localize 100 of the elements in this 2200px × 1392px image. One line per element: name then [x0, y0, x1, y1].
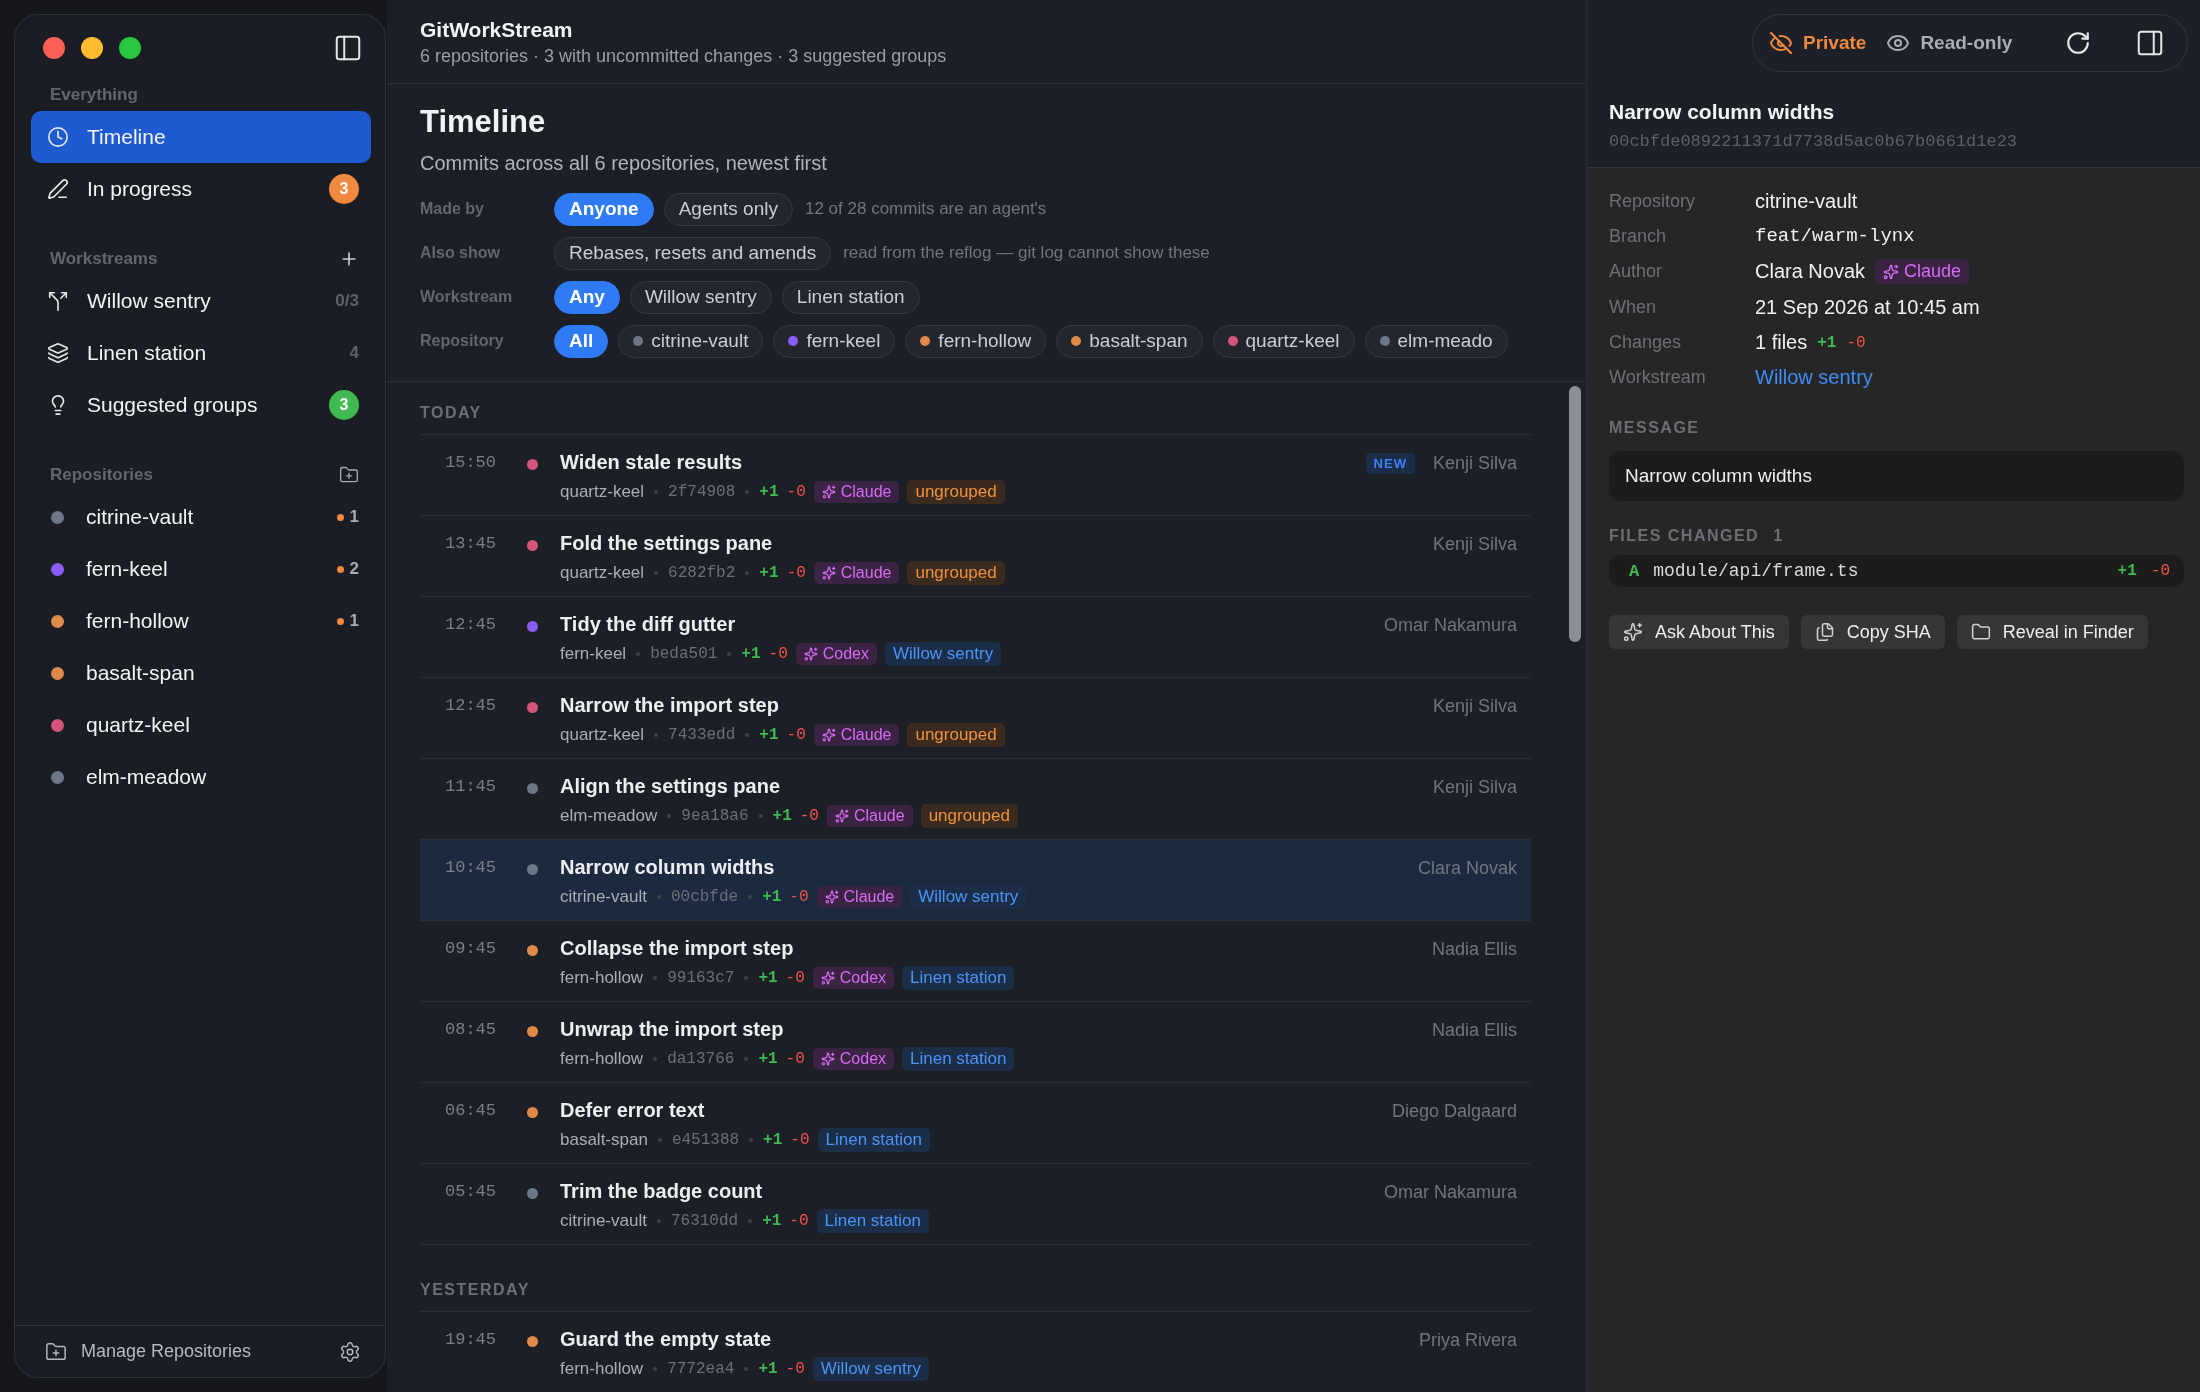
workstream-tag: Willow sentry: [812, 1357, 929, 1381]
workstream-tag: Linen station: [902, 966, 1015, 990]
changed-file-row[interactable]: A module/api/frame.ts +1 -0: [1609, 555, 2184, 587]
sidebar-item[interactable]: Timeline: [31, 111, 371, 163]
filter-chip[interactable]: Anyone: [554, 192, 654, 226]
field-label: Author: [1609, 261, 1664, 282]
scrollbar-thumb[interactable]: [1569, 386, 1581, 642]
settings-icon[interactable]: [339, 1340, 361, 1363]
filter-chip[interactable]: basalt-span: [1056, 324, 1203, 358]
sidebar-item[interactable]: Suggested groups 3: [31, 379, 371, 431]
uncommitted-count: 2: [336, 559, 359, 579]
filter-chip[interactable]: elm-meado: [1364, 324, 1508, 358]
workstream-tag: Linen station: [816, 1209, 929, 1233]
file-path: module/api/frame.ts: [1653, 561, 1860, 581]
workstream-tag: ungrouped: [907, 480, 1005, 504]
manage-repositories-link[interactable]: Manage Repositories: [81, 1341, 325, 1362]
commit-row[interactable]: 10:45 Narrow column widths citrine-vault 00cbfde +1 -0 Claude Willow sentry Clara Novak: [420, 840, 1531, 921]
commit-time: 13:45: [445, 533, 497, 553]
commit-sha: 7433edd: [668, 726, 736, 744]
private-button[interactable]: Private: [1761, 31, 1875, 55]
filter-chip[interactable]: Any: [554, 280, 620, 314]
maximize-button[interactable]: [119, 37, 141, 59]
lines-added: +1: [763, 1131, 783, 1149]
filter-chip[interactable]: Agents only: [663, 192, 793, 226]
commit-repo: quartz-keel: [560, 725, 645, 745]
commit-row[interactable]: 13:45 Fold the settings pane quartz-keel 6282fb2 +1 -0 Claude ungrouped Kenji Silva: [420, 516, 1531, 597]
close-button[interactable]: [43, 37, 65, 59]
commit-author: Diego Dalgaard: [1391, 1101, 1517, 1122]
lines-added: +1: [762, 888, 782, 906]
lines-removed: -0: [786, 483, 806, 501]
file-status: A: [1629, 561, 1640, 581]
commit-author: Nadia Ellis: [1431, 1020, 1517, 1041]
sidebar-item[interactable]: citrine-vault 1: [31, 491, 371, 543]
field-value: 21 Sep 2026 at 10:45 am: [1755, 296, 1980, 319]
filter-chip[interactable]: All: [554, 324, 609, 358]
commit-row[interactable]: 15:50 Widen stale results quartz-keel 2f74908 +1 -0 Claude ungrouped NEW Kenji Silva: [420, 435, 1531, 516]
commit-row[interactable]: 08:45 Unwrap the import step fern-hollow da13766 +1 -0 Codex Linen station Nadia Ellis: [420, 1002, 1531, 1083]
commit-title: Align the settings pane: [560, 775, 782, 798]
filter-chip[interactable]: Linen station: [781, 280, 920, 314]
commit-sha: 9ea18a6: [681, 807, 749, 825]
filter-chip[interactable]: fern-keel: [773, 324, 896, 358]
lines-removed: -0: [785, 969, 805, 987]
filter-chip[interactable]: Rebases, resets and amends: [554, 236, 832, 270]
agent-tag: Claude: [826, 805, 913, 827]
commit-message: Narrow column widths: [1609, 451, 2184, 501]
commit-repo: fern-hollow: [560, 1359, 644, 1379]
field-value: feat/warm-lynx: [1755, 225, 1915, 247]
sidebar-item[interactable]: fern-hollow 1: [31, 595, 371, 647]
commit-time: 05:45: [445, 1181, 497, 1201]
lines-added: +1: [1817, 333, 1837, 352]
commit-author: Kenji Silva: [1432, 777, 1517, 798]
commit-repo: fern-keel: [560, 644, 627, 664]
filter-label: Repository: [420, 332, 505, 350]
sidebar-item[interactable]: elm-meadow: [31, 751, 371, 803]
sidebar-toggle-icon[interactable]: [333, 33, 363, 63]
item-count: 0/3: [335, 291, 359, 311]
lines-added: +1: [2117, 562, 2137, 580]
sidebar-item[interactable]: Willow sentry 0/3: [31, 275, 371, 327]
section-heading: Repositories: [50, 465, 153, 485]
lines-removed: -0: [789, 1212, 809, 1230]
filter-chip[interactable]: fern-hollow: [905, 324, 1047, 358]
commit-row[interactable]: 12:45 Tidy the diff gutter fern-keel beda501 +1 -0 Codex Willow sentry Omar Nakamura: [420, 597, 1531, 678]
action-button[interactable]: Ask About This: [1609, 615, 1789, 649]
uncommitted-count: 1: [336, 507, 359, 527]
commit-row[interactable]: 06:45 Defer error text basalt-span e451388 +1 -0 Linen station Diego Dalgaard: [420, 1083, 1531, 1164]
action-button[interactable]: Copy SHA: [1800, 615, 1945, 649]
sidebar-item[interactable]: fern-keel 2: [31, 543, 371, 595]
commit-row[interactable]: 05:45 Trim the badge count citrine-vault 76310dd +1 -0 Linen station Omar Nakamura: [420, 1164, 1531, 1245]
sidebar-item[interactable]: Linen station 4: [31, 327, 371, 379]
date-heading: TODAY: [420, 382, 1531, 435]
read-only-button[interactable]: Read-only: [1878, 31, 2021, 55]
filter-chip[interactable]: citrine-vault: [618, 324, 764, 358]
action-button[interactable]: Reveal in Finder: [1956, 615, 2148, 649]
sidebar-item[interactable]: quartz-keel: [31, 699, 371, 751]
commit-row[interactable]: 09:45 Collapse the import step fern-hollow 99163c7 +1 -0 Codex Linen station Nadia Ellis: [420, 921, 1531, 1002]
minimize-button[interactable]: [81, 37, 103, 59]
workstream-tag: Willow sentry: [885, 642, 1002, 666]
workstream-link[interactable]: Willow sentry: [1755, 366, 1873, 389]
add-folder-icon[interactable]: [339, 465, 359, 485]
app-subtitle: 6 repositories · 3 with uncommitted changes · 3 suggested groups: [420, 46, 948, 67]
workstream-tag: ungrouped: [907, 723, 1005, 747]
pencil-icon: [47, 178, 69, 200]
agent-tag: Claude: [1875, 259, 1970, 284]
sidebar-item[interactable]: basalt-span: [31, 647, 371, 699]
commit-row[interactable]: 19:45 Guard the empty state fern-hollow 7772ea4 +1 -0 Willow sentry Priya Rivera: [420, 1312, 1531, 1392]
sidebar-item[interactable]: In progress 3: [31, 163, 371, 215]
sparkle-icon: [821, 485, 836, 499]
commit-repo: citrine-vault: [560, 887, 647, 907]
filter-chip[interactable]: Willow sentry: [629, 280, 772, 314]
lines-added: +1: [741, 645, 761, 663]
commit-time: 12:45: [445, 614, 497, 634]
commit-title: Narrow the import step: [560, 694, 780, 717]
commit-row[interactable]: 12:45 Narrow the import step quartz-keel 7433edd +1 -0 Claude ungrouped Kenji Silva: [420, 678, 1531, 759]
count-badge: 3: [329, 390, 359, 420]
lines-added: +1: [759, 726, 779, 744]
sparkle-icon: [824, 890, 839, 904]
commit-time: 09:45: [445, 938, 497, 958]
filter-chip[interactable]: quartz-keel: [1212, 324, 1355, 358]
lines-removed: -0: [2150, 562, 2170, 580]
commit-author: Nadia Ellis: [1431, 939, 1517, 960]
